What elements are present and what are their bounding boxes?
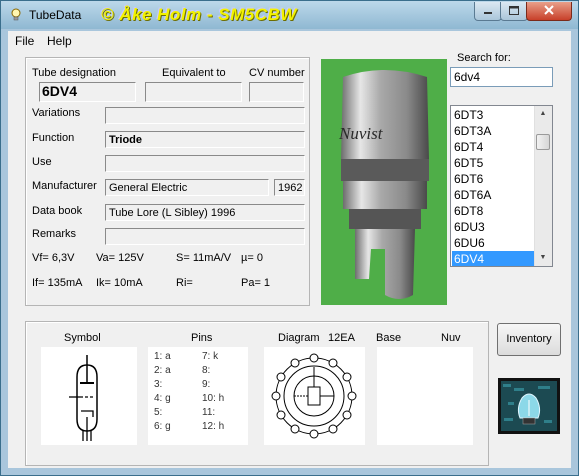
menu-file[interactable]: File: [15, 34, 34, 48]
pin-entry: 12: h: [202, 421, 225, 432]
manufacturer-label: Manufacturer: [32, 180, 97, 192]
remarks-label: Remarks: [32, 228, 77, 240]
minimize-icon: [484, 12, 492, 14]
pins-box: 1: a 7: k 2: a 8: 3: 9: 4: g 10: h 5: 11: 6: g 12: …: [148, 347, 248, 445]
equivalent-label: Equivalent to: [162, 67, 226, 79]
pin-entry: 1: a: [154, 351, 171, 362]
variations-field[interactable]: [105, 107, 305, 124]
pins-label: Pins: [191, 332, 213, 344]
diagram-panel: Symbol Pins Diagram 12EA Base Nuv 1: a 7…: [25, 321, 489, 466]
menu-bar: File Help: [8, 31, 571, 49]
minimize-button[interactable]: [474, 2, 502, 21]
list-item[interactable]: 6DT4: [452, 139, 536, 155]
pin-entry: 2: a: [154, 365, 171, 376]
tube-photo: Nuvist: [321, 59, 447, 305]
pin-entry: 10: h: [202, 393, 225, 404]
list-item[interactable]: 6DT3A: [452, 123, 536, 139]
lightbulb-icon: [11, 8, 21, 21]
symbol-box: [41, 347, 137, 445]
diagram-box: [264, 347, 365, 445]
pin-entry: 7: k: [202, 351, 219, 362]
tube-brand-text: Nuvist: [338, 124, 384, 143]
data-book-label: Data book: [32, 205, 83, 217]
pin-entry: 4: g: [154, 393, 171, 404]
inventory-button[interactable]: Inventory: [497, 323, 561, 356]
use-label: Use: [32, 156, 52, 168]
use-field[interactable]: [105, 155, 305, 172]
close-icon: [544, 5, 554, 15]
list-item[interactable]: 6DU3: [452, 219, 536, 235]
author-credit: © Åke Holm - SM5CBW: [101, 5, 297, 24]
title-bar[interactable]: TubeData © Åke Holm - SM5CBW: [1, 1, 578, 29]
cv-number-field[interactable]: [249, 82, 304, 102]
function-label: Function: [32, 132, 75, 144]
nuv-label: Nuv: [441, 332, 461, 344]
function-field[interactable]: Triode: [105, 131, 305, 148]
base-box: [377, 347, 473, 445]
list-item[interactable]: 6DT6A: [452, 187, 536, 203]
list-item[interactable]: 6DT8: [452, 203, 536, 219]
pin-entry: 9:: [202, 379, 211, 390]
list-item[interactable]: 6DU6: [452, 235, 536, 251]
list-item[interactable]: 6DV4: [452, 251, 536, 266]
scroll-down-icon[interactable]: ▼: [535, 250, 551, 266]
vf-value: Vf= 6,3V: [32, 252, 75, 264]
list-scrollbar[interactable]: ▲ ▼: [534, 106, 552, 266]
data-book-field[interactable]: Tube Lore (L Sibley) 1996: [105, 204, 305, 221]
s-value: S= 11mA/V: [176, 252, 232, 264]
search-input[interactable]: 6dv4: [450, 67, 553, 87]
mu-value: µ= 0: [241, 252, 263, 264]
va-value: Va= 125V: [96, 252, 144, 264]
if-value: If= 135mA: [32, 277, 83, 289]
tube-designation-label: Tube designation: [32, 67, 116, 79]
scroll-up-icon[interactable]: ▲: [535, 106, 551, 122]
scroll-thumb[interactable]: [536, 134, 550, 150]
search-label: Search for:: [457, 52, 511, 64]
triode-symbol-icon: [69, 355, 98, 441]
tube-designation-field[interactable]: 6DV4: [39, 82, 136, 102]
main-area: Tube designation Equivalent to CV number…: [8, 49, 571, 468]
window-title: TubeData: [29, 8, 82, 22]
list-item[interactable]: 6DT5: [452, 155, 536, 171]
manufacturer-field[interactable]: General Electric: [105, 179, 269, 196]
logo-image: [498, 378, 560, 434]
diagram-code: 12EA: [328, 332, 355, 344]
tube-list[interactable]: 6DT3 6DT3A 6DT4 6DT5 6DT6 6DT6A 6DT8 6DU3 6DU6 6D…: [450, 105, 553, 267]
pin-entry: 11:: [202, 407, 216, 418]
tube-photo-image: Nuvist: [321, 59, 447, 305]
symbol-label: Symbol: [64, 332, 101, 344]
list-item[interactable]: 6DT3: [452, 107, 536, 123]
ri-value: Ri=: [176, 277, 193, 289]
close-button[interactable]: [526, 2, 572, 21]
pin-entry: 5:: [154, 407, 163, 418]
menu-help[interactable]: Help: [47, 34, 72, 48]
app-window: TubeData © Åke Holm - SM5CBW File Help T…: [0, 0, 579, 476]
diagram-label: Diagram: [278, 332, 320, 344]
pin-diagram-icon: [271, 353, 357, 439]
remarks-field[interactable]: [105, 228, 305, 245]
list-item[interactable]: 6DT6: [452, 171, 536, 187]
year-field[interactable]: 1962: [274, 179, 305, 196]
equivalent-field[interactable]: [145, 82, 242, 102]
pa-value: Pa= 1: [241, 277, 271, 289]
pin-entry: 3:: [154, 379, 163, 390]
maximize-icon: [509, 6, 519, 15]
pin-entry: 6: g: [154, 421, 171, 432]
base-label: Base: [376, 332, 402, 344]
variations-label: Variations: [32, 107, 81, 119]
tube-data-panel: Tube designation Equivalent to CV number…: [25, 57, 310, 306]
pin-entry: 8:: [202, 365, 211, 376]
maximize-button[interactable]: [500, 2, 528, 21]
tube-logo-icon: [498, 378, 560, 434]
ik-value: Ik= 10mA: [96, 277, 143, 289]
cv-number-label: CV number: [249, 67, 305, 79]
